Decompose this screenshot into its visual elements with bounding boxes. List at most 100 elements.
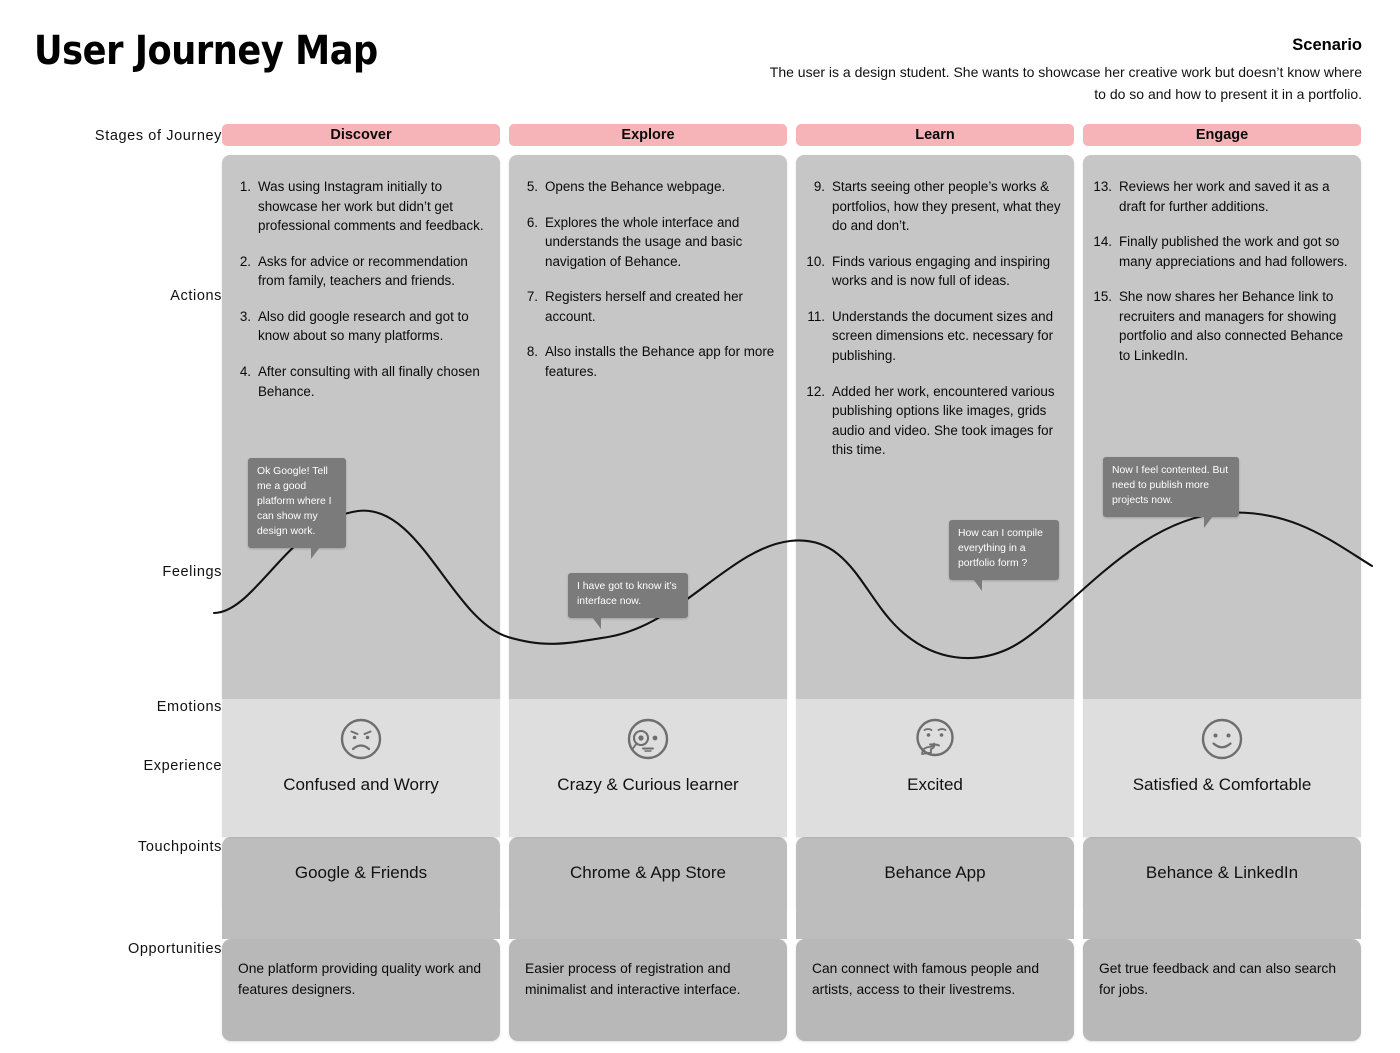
feeling-bubble-text: Ok Google! Tell me a good platform where… — [257, 466, 332, 537]
touchpoint-panel: Behance App — [796, 837, 1074, 909]
stage-pill-learn[interactable]: Learn — [796, 124, 1074, 146]
row-label-experience: Experience — [143, 758, 222, 774]
row-label-emotions: Emotions — [156, 699, 222, 715]
action-text: Finally published the work and got so ma… — [1119, 234, 1348, 269]
journey-column: Engage 13. Reviews her work and saved it… — [1083, 124, 1361, 1041]
emotion-experience-panel: Crazy & Curious learner — [509, 699, 787, 837]
action-item: 13. Reviews her work and saved it as a d… — [1093, 177, 1349, 216]
action-text: Asks for advice or recommendation from f… — [258, 253, 468, 289]
action-item: 14. Finally published the work and got s… — [1093, 232, 1349, 271]
action-item: 5. Opens the Behance webpage. — [519, 177, 775, 197]
bubble-tail-icon — [311, 546, 320, 559]
row-label-feelings: Feelings — [162, 564, 222, 580]
action-text: After consulting with all finally chosen… — [258, 363, 480, 399]
action-item: 15. She now shares her Behance link to r… — [1093, 287, 1349, 365]
action-item: 9. Starts seeing other people’s works & … — [806, 177, 1062, 236]
action-text: She now shares her Behance link to recru… — [1119, 289, 1344, 363]
action-text: Registers herself and created her accoun… — [545, 289, 743, 324]
action-text: Explores the whole interface and underst… — [545, 214, 743, 269]
actions-feelings-panel: 9. Starts seeing other people’s works & … — [796, 155, 1074, 699]
experience-text: Excited — [907, 775, 963, 794]
actions-list: 9. Starts seeing other people’s works & … — [796, 155, 1074, 460]
actions-feelings-panel: 1. Was using Instagram initially to show… — [222, 155, 500, 699]
action-number: 15. — [1093, 289, 1112, 305]
worried-face-icon — [338, 712, 384, 766]
action-number: 7. — [526, 289, 538, 305]
feeling-bubble-text: Now I feel contented. But need to publis… — [1112, 465, 1229, 506]
action-text: Also installs the Behance app for more f… — [545, 344, 775, 379]
thinking-face-icon — [912, 712, 958, 766]
action-number: 2. — [239, 253, 251, 269]
action-number: 9. — [813, 179, 825, 194]
action-number: 5. — [526, 179, 538, 194]
action-number: 6. — [526, 214, 538, 230]
opportunity-panel: Can connect with famous people and artis… — [796, 939, 1074, 1041]
feeling-bubble: Ok Google! Tell me a good platform where… — [248, 458, 346, 559]
actions-list: 13. Reviews her work and saved it as a d… — [1083, 155, 1361, 366]
action-number: 3. — [239, 308, 251, 324]
feeling-bubble-text: How can I compile everything in a portfo… — [958, 528, 1043, 569]
experience-text: Crazy & Curious learner — [557, 775, 739, 794]
action-item: 1. Was using Instagram initially to show… — [232, 177, 488, 236]
actions-feelings-panel: 13. Reviews her work and saved it as a d… — [1083, 155, 1361, 699]
action-item: 12. Added her work, encountered various … — [806, 382, 1062, 460]
touchpoint-spacer — [509, 909, 787, 939]
touchpoint-panel: Chrome & App Store — [509, 837, 787, 909]
action-item: 3. Also did google research and got to k… — [232, 307, 488, 346]
row-label-actions: Actions — [170, 288, 222, 304]
action-item: 4. After consulting with all finally cho… — [232, 362, 488, 401]
opportunity-panel: Get true feedback and can also search fo… — [1083, 939, 1361, 1041]
bubble-tail-icon — [1204, 515, 1213, 528]
action-text: Opens the Behance webpage. — [545, 179, 726, 194]
action-text: Also did google research and got to know… — [258, 308, 469, 344]
touchpoint-panel: Google & Friends — [222, 837, 500, 909]
scenario-text: The user is a design student. She wants … — [769, 64, 1362, 102]
stage-pill-explore[interactable]: Explore — [509, 124, 787, 146]
page-title: User Journey Map — [34, 28, 378, 74]
action-item: 7. Registers herself and created her acc… — [519, 287, 775, 326]
row-label-opportunities: Opportunities — [127, 941, 222, 957]
emotion-experience-panel: Excited — [796, 699, 1074, 837]
action-text: Starts seeing other people’s works & por… — [832, 179, 1061, 234]
actions-list: 5. Opens the Behance webpage. 6. Explore… — [509, 155, 787, 382]
touchpoint-panel: Behance & LinkedIn — [1083, 837, 1361, 909]
journey-column: Learn 9. Starts seeing other people’s wo… — [796, 124, 1074, 1041]
action-text: Understands the document sizes and scree… — [832, 308, 1054, 363]
action-number: 11. — [807, 308, 825, 324]
column-body: 9. Starts seeing other people’s works & … — [796, 155, 1074, 1041]
bubble-tail-icon — [973, 578, 982, 591]
feeling-bubble: Now I feel contented. But need to publis… — [1103, 457, 1239, 528]
action-number: 10. — [806, 253, 825, 269]
actions-list: 1. Was using Instagram initially to show… — [222, 155, 500, 401]
action-item: 8. Also installs the Behance app for mor… — [519, 342, 775, 381]
stage-pill-engage[interactable]: Engage — [1083, 124, 1361, 146]
feeling-bubble: How can I compile everything in a portfo… — [949, 520, 1059, 591]
experience-text: Confused and Worry — [283, 775, 439, 794]
journey-column: Discover 1. Was using Instagram initiall… — [222, 124, 500, 1041]
action-text: Added her work, encountered various publ… — [832, 383, 1055, 458]
action-number: 4. — [239, 363, 251, 379]
emotion-experience-panel: Confused and Worry — [222, 699, 500, 837]
curious-monocle-face-icon — [625, 712, 671, 766]
emotion-experience-panel: Satisfied & Comfortable — [1083, 699, 1361, 837]
opportunity-panel: One platform providing quality work and … — [222, 939, 500, 1041]
opportunity-panel: Easier process of registration and minim… — [509, 939, 787, 1041]
smiling-face-icon — [1199, 712, 1245, 766]
scenario-block: Scenario The user is a design student. S… — [762, 36, 1362, 105]
touchpoint-spacer — [1083, 909, 1361, 939]
stage-pill-discover[interactable]: Discover — [222, 124, 500, 146]
action-item: 11. Understands the document sizes and s… — [806, 307, 1062, 366]
touchpoint-spacer — [796, 909, 1074, 939]
action-item: 10. Finds various engaging and inspiring… — [806, 252, 1062, 291]
column-body: 1. Was using Instagram initially to show… — [222, 155, 500, 1041]
column-body: 13. Reviews her work and saved it as a d… — [1083, 155, 1361, 1041]
experience-text: Satisfied & Comfortable — [1132, 775, 1312, 794]
row-label-touchpoints: Touchpoints — [138, 839, 222, 855]
action-item: 2. Asks for advice or recommendation fro… — [232, 252, 488, 291]
action-text: Reviews her work and saved it as a draft… — [1119, 179, 1330, 214]
feeling-bubble: I have got to know it’s interface now. — [568, 573, 688, 629]
feeling-bubble-text: I have got to know it’s interface now. — [577, 581, 677, 607]
bubble-tail-icon — [592, 616, 601, 629]
action-text: Was using Instagram initially to showcas… — [258, 179, 484, 234]
action-number: 12. — [806, 383, 825, 399]
